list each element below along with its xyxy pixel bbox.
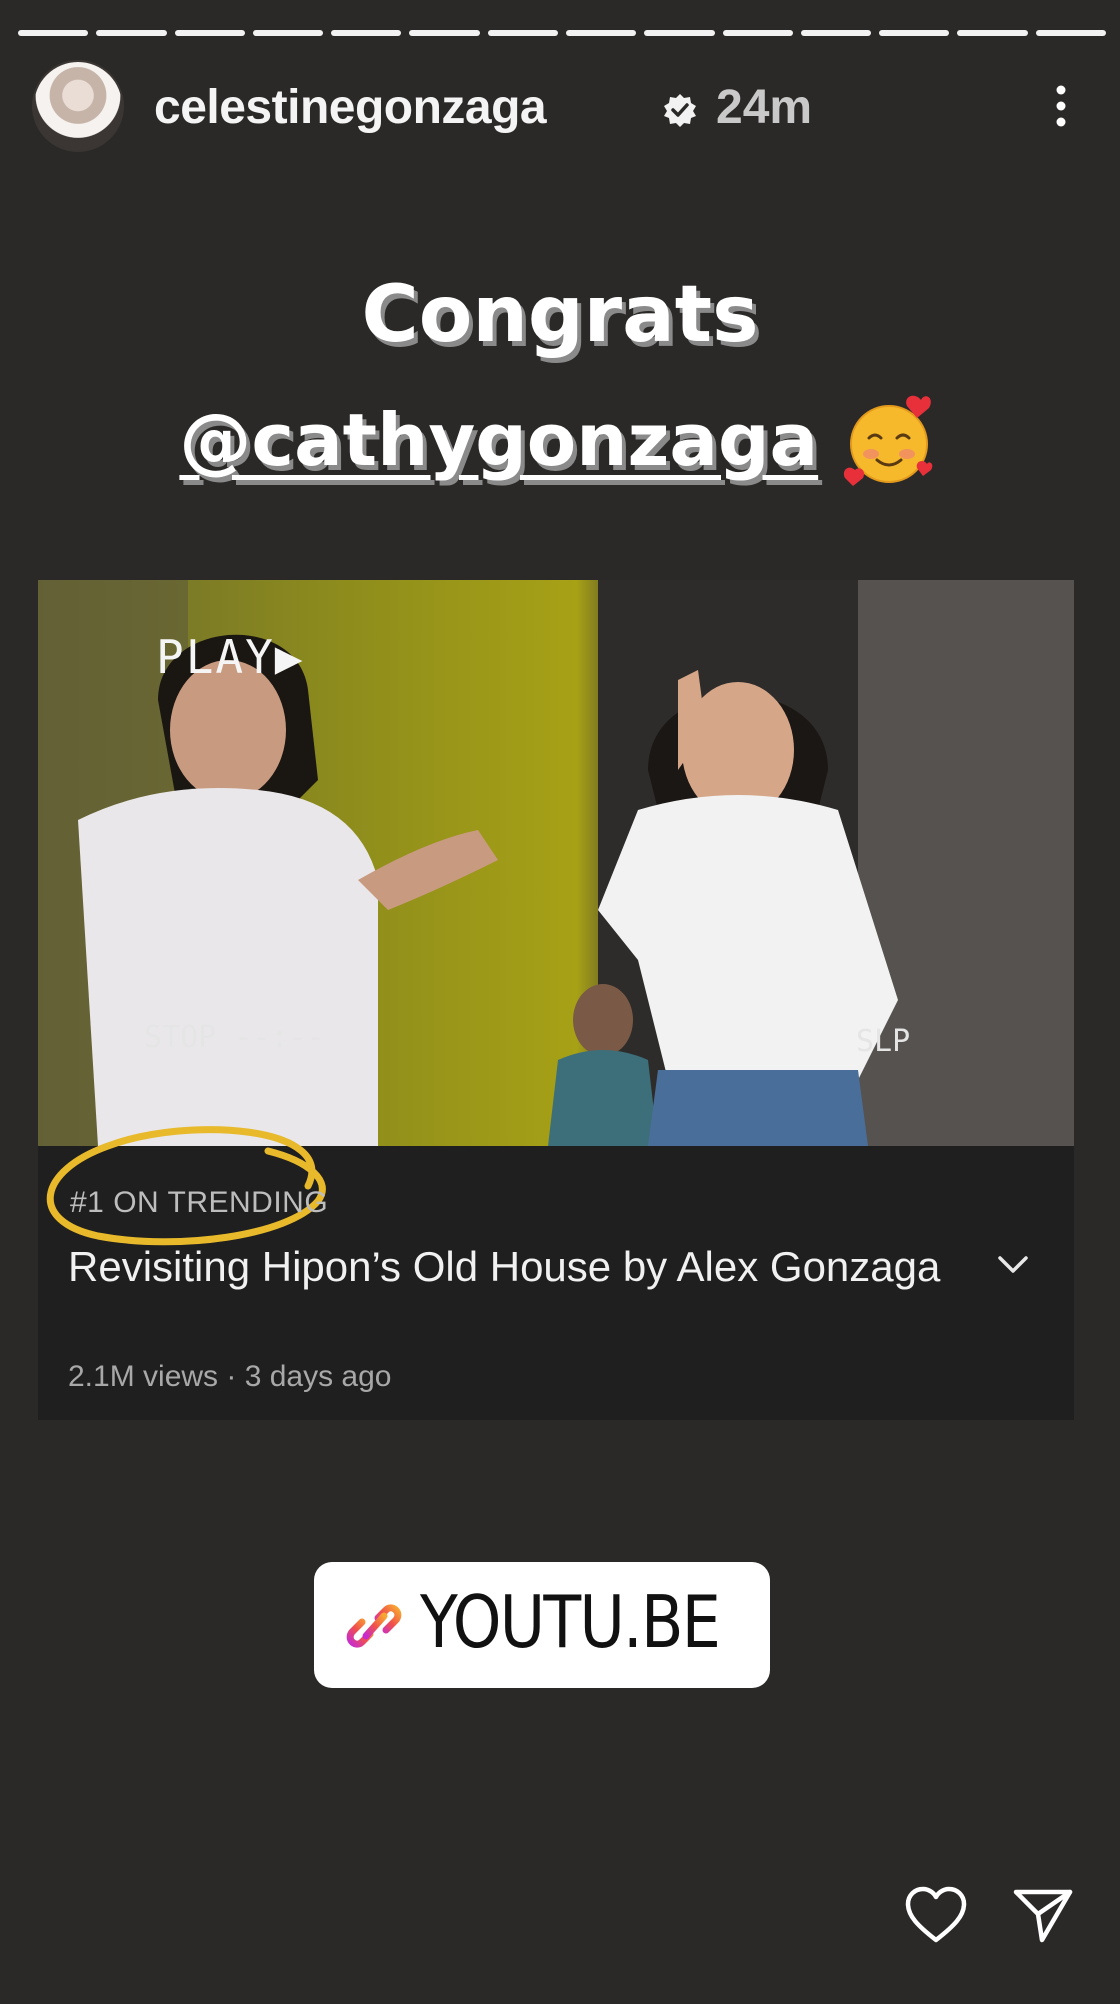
chevron-down-icon[interactable] [988, 1240, 1038, 1290]
vhs-stop-label: STOP --:-- [144, 1020, 325, 1055]
progress-segment [565, 30, 637, 36]
link-sticker-label: YOUTU.BE [420, 1580, 721, 1664]
time-ago: 24m [716, 81, 813, 134]
progress-segment [409, 30, 480, 36]
vhs-play-label: PLAY▶ [156, 630, 305, 684]
progress-segment [487, 30, 558, 36]
progress-segment [644, 30, 715, 36]
smiling-hearts-emoji [843, 395, 932, 486]
username[interactable]: celestinegonzaga [154, 80, 547, 135]
send-icon[interactable] [1012, 1886, 1074, 1944]
progress-segment [957, 30, 1028, 36]
progress-segment [800, 30, 872, 36]
link-sticker[interactable]: YOUTU.BE [314, 1562, 770, 1688]
progress-segment [96, 30, 167, 36]
video-meta: 2.1M views · 3 days ago [68, 1360, 392, 1393]
vhs-slp-label: SLP [856, 1024, 911, 1059]
trending-badge: #1 ON TRENDING [70, 1186, 329, 1219]
mention-link[interactable]: @cathygonzaga [179, 398, 818, 482]
highlight-circle-annotation [46, 1126, 326, 1246]
progress-segment [1035, 30, 1106, 36]
caption-congrats: Congrats [361, 270, 759, 360]
progress-segment [722, 30, 793, 36]
more-options-icon[interactable] [1054, 82, 1068, 130]
verified-badge-icon [664, 94, 696, 127]
progress-segment [174, 30, 245, 36]
avatar[interactable] [32, 60, 124, 152]
heart-icon[interactable] [904, 1886, 968, 1944]
progress-segment [331, 30, 402, 36]
progress-segment [252, 30, 324, 36]
story-header: celestinegonzaga 24m [32, 60, 1088, 152]
video-thumbnail[interactable]: PLAY▶ STOP --:-- SLP [38, 580, 1074, 1146]
progress-segment [18, 30, 89, 36]
progress-segment [879, 30, 950, 36]
video-title[interactable]: Revisiting Hipon’s Old House by Alex Gon… [68, 1238, 948, 1296]
youtube-video-card[interactable]: PLAY▶ STOP --:-- SLP #1 ON TRENDING Revi… [38, 580, 1074, 1420]
caption-mention-line: @cathygonzaga [0, 390, 1120, 500]
link-icon [346, 1604, 402, 1648]
story-progress-bar [18, 30, 1106, 36]
